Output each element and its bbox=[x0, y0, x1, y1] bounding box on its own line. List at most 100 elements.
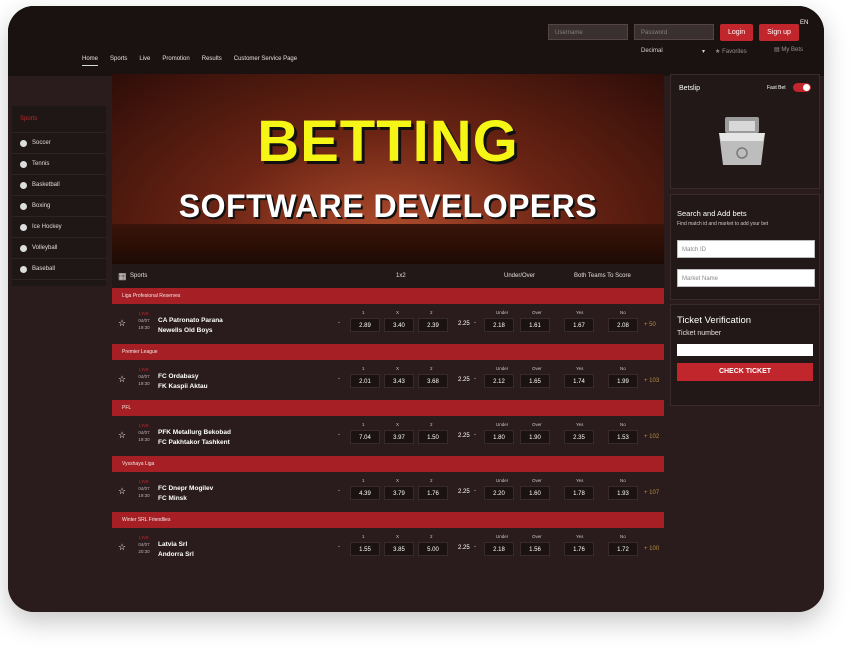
separator: - bbox=[338, 320, 340, 326]
odd-h2[interactable]: 1.50 bbox=[418, 430, 448, 444]
sidebar-item-volleyball[interactable]: Volleyball bbox=[12, 238, 106, 259]
favorite-star-icon[interactable]: ☆ bbox=[118, 486, 126, 497]
odd-hx[interactable]: 3.40 bbox=[384, 318, 414, 332]
odd-yes[interactable]: 2.35 bbox=[564, 430, 594, 444]
favorites-link[interactable]: ★ Favorites bbox=[715, 48, 747, 55]
league-header: Premier League bbox=[112, 344, 664, 360]
odd-h2[interactable]: 5.00 bbox=[418, 542, 448, 556]
sidebar-item-basketball[interactable]: Basketball bbox=[12, 175, 106, 196]
odd-no[interactable]: 1.93 bbox=[608, 486, 638, 500]
device-frame: Home Sports Live Promotion Results Custo… bbox=[8, 6, 824, 612]
odd-under[interactable]: 2.12 bbox=[484, 374, 514, 388]
star-icon: ★ bbox=[715, 49, 721, 55]
odd-over[interactable]: 1.61 bbox=[520, 318, 550, 332]
password-input[interactable]: Password bbox=[634, 24, 714, 40]
language-selector[interactable]: EN bbox=[800, 20, 808, 26]
odd-no[interactable]: 1.53 bbox=[608, 430, 638, 444]
favorite-star-icon[interactable]: ☆ bbox=[118, 374, 126, 385]
search-add-bets-panel: Search and Add bets Find match id and ma… bbox=[670, 194, 820, 300]
sidebar-item-label: Soccer bbox=[32, 140, 51, 146]
odd-h1[interactable]: 7.04 bbox=[350, 430, 380, 444]
odd-no[interactable]: 2.08 bbox=[608, 318, 638, 332]
separator: - bbox=[474, 488, 476, 494]
home-team: PFK Metallurg Bekobad bbox=[158, 429, 231, 436]
match-teams[interactable]: Latvia Srl Andorra Srl bbox=[158, 540, 194, 560]
favorite-star-icon[interactable]: ☆ bbox=[118, 430, 126, 441]
odd-over[interactable]: 1.65 bbox=[520, 374, 550, 388]
login-button[interactable]: Login bbox=[720, 24, 754, 41]
odds-format-select[interactable]: Decimal ▾ bbox=[641, 48, 705, 55]
match-teams[interactable]: PFK Metallurg Bekobad FC Pakhtakor Tashke… bbox=[158, 428, 231, 448]
odd-hx[interactable]: 3.79 bbox=[384, 486, 414, 500]
nav-customer-service[interactable]: Customer Service Page bbox=[234, 56, 297, 66]
promo-banner[interactable]: BETTING SOFTWARE DEVELOPERS bbox=[112, 74, 664, 264]
sidebar-item-ice-hockey[interactable]: Ice Hockey bbox=[12, 217, 106, 238]
sidebar-item-soccer[interactable]: Soccer bbox=[12, 133, 106, 154]
match-row[interactable]: ☆ LIVE 04/07 20:30 Latvia Srl Andorra Srl - 1 1.… bbox=[112, 528, 664, 568]
odd-h1[interactable]: 1.55 bbox=[350, 542, 380, 556]
odd-h1[interactable]: 2.89 bbox=[350, 318, 380, 332]
more-markets-link[interactable]: + 50 bbox=[644, 322, 656, 328]
live-badge: LIVE bbox=[139, 311, 149, 316]
nav-sports[interactable]: Sports bbox=[110, 56, 127, 66]
odd-no[interactable]: 1.72 bbox=[608, 542, 638, 556]
odd-header-h2: 2 bbox=[430, 310, 433, 315]
match-time: 20:30 bbox=[138, 549, 150, 554]
odd-yes[interactable]: 1.67 bbox=[564, 318, 594, 332]
odd-under[interactable]: 1.80 bbox=[484, 430, 514, 444]
nav-home[interactable]: Home bbox=[82, 56, 99, 66]
odd-yes[interactable]: 1.74 bbox=[564, 374, 594, 388]
odd-over[interactable]: 1.56 bbox=[520, 542, 550, 556]
nav-promotion[interactable]: Promotion bbox=[162, 56, 189, 66]
odd-yes[interactable]: 1.76 bbox=[564, 542, 594, 556]
more-markets-link[interactable]: + 103 bbox=[644, 378, 659, 384]
odd-under[interactable]: 2.18 bbox=[484, 318, 514, 332]
market-name-input[interactable]: Market Name bbox=[677, 269, 815, 287]
home-team: CA Patronato Parana bbox=[158, 317, 223, 324]
odd-h1[interactable]: 4.39 bbox=[350, 486, 380, 500]
match-row[interactable]: ☆ LIVE 04/07 19:30 CA Patronato Parana Newell… bbox=[112, 304, 664, 344]
more-markets-link[interactable]: + 100 bbox=[644, 546, 659, 552]
favorite-star-icon[interactable]: ☆ bbox=[118, 542, 126, 553]
odd-h2[interactable]: 3.68 bbox=[418, 374, 448, 388]
nav-live[interactable]: Live bbox=[139, 56, 150, 66]
check-ticket-button[interactable]: CHECK TICKET bbox=[677, 363, 813, 381]
fast-bet-toggle[interactable] bbox=[793, 83, 811, 92]
odd-header-no: No bbox=[620, 310, 626, 315]
sidebar-item-tennis[interactable]: Tennis bbox=[12, 154, 106, 175]
sidebar-item-boxing[interactable]: Boxing bbox=[12, 196, 106, 217]
odd-under[interactable]: 2.20 bbox=[484, 486, 514, 500]
odd-over[interactable]: 1.90 bbox=[520, 430, 550, 444]
odd-over[interactable]: 1.60 bbox=[520, 486, 550, 500]
match-row[interactable]: ☆ LIVE 04/07 19:30 FC Dnepr Mogilev FC Minsk -… bbox=[112, 472, 664, 512]
odd-no[interactable]: 1.99 bbox=[608, 374, 638, 388]
odd-hx[interactable]: 3.97 bbox=[384, 430, 414, 444]
odd-under[interactable]: 2.18 bbox=[484, 542, 514, 556]
more-markets-link[interactable]: + 107 bbox=[644, 490, 659, 496]
username-input[interactable]: Username bbox=[548, 24, 628, 40]
odd-h2[interactable]: 2.39 bbox=[418, 318, 448, 332]
favorite-star-icon[interactable]: ☆ bbox=[118, 318, 126, 329]
match-teams[interactable]: FC Ordabasy FK Kaspii Aktau bbox=[158, 372, 208, 392]
match-id-input[interactable]: Match ID bbox=[677, 240, 815, 258]
ticket-number-input[interactable] bbox=[677, 344, 813, 356]
more-markets-link[interactable]: + 102 bbox=[644, 434, 659, 440]
odd-header-under: Under bbox=[496, 478, 509, 483]
match-teams[interactable]: FC Dnepr Mogilev FC Minsk bbox=[158, 484, 213, 504]
odd-hx[interactable]: 3.43 bbox=[384, 374, 414, 388]
match-teams[interactable]: CA Patronato Parana Newells Old Boys bbox=[158, 316, 223, 336]
ticket-title: Ticket Verification bbox=[677, 315, 752, 326]
header-sports: Sports bbox=[130, 273, 148, 279]
sidebar-item-baseball[interactable]: Baseball bbox=[12, 259, 106, 280]
match-row[interactable]: ☆ LIVE 04/07 19:30 FC Ordabasy FK Kaspii Akta… bbox=[112, 360, 664, 400]
my-bets-link[interactable]: ▤ My Bets bbox=[774, 46, 803, 53]
odd-h1[interactable]: 2.01 bbox=[350, 374, 380, 388]
nav-results[interactable]: Results bbox=[202, 56, 222, 66]
odd-hx[interactable]: 3.85 bbox=[384, 542, 414, 556]
odd-yes[interactable]: 1.78 bbox=[564, 486, 594, 500]
odd-h2[interactable]: 1.76 bbox=[418, 486, 448, 500]
signup-button[interactable]: Sign up bbox=[759, 24, 799, 41]
match-datetime: LIVE 04/07 20:30 bbox=[134, 534, 154, 555]
match-date: 04/07 bbox=[138, 430, 150, 435]
match-row[interactable]: ☆ LIVE 04/07 19:30 PFK Metallurg Bekobad FC P… bbox=[112, 416, 664, 456]
